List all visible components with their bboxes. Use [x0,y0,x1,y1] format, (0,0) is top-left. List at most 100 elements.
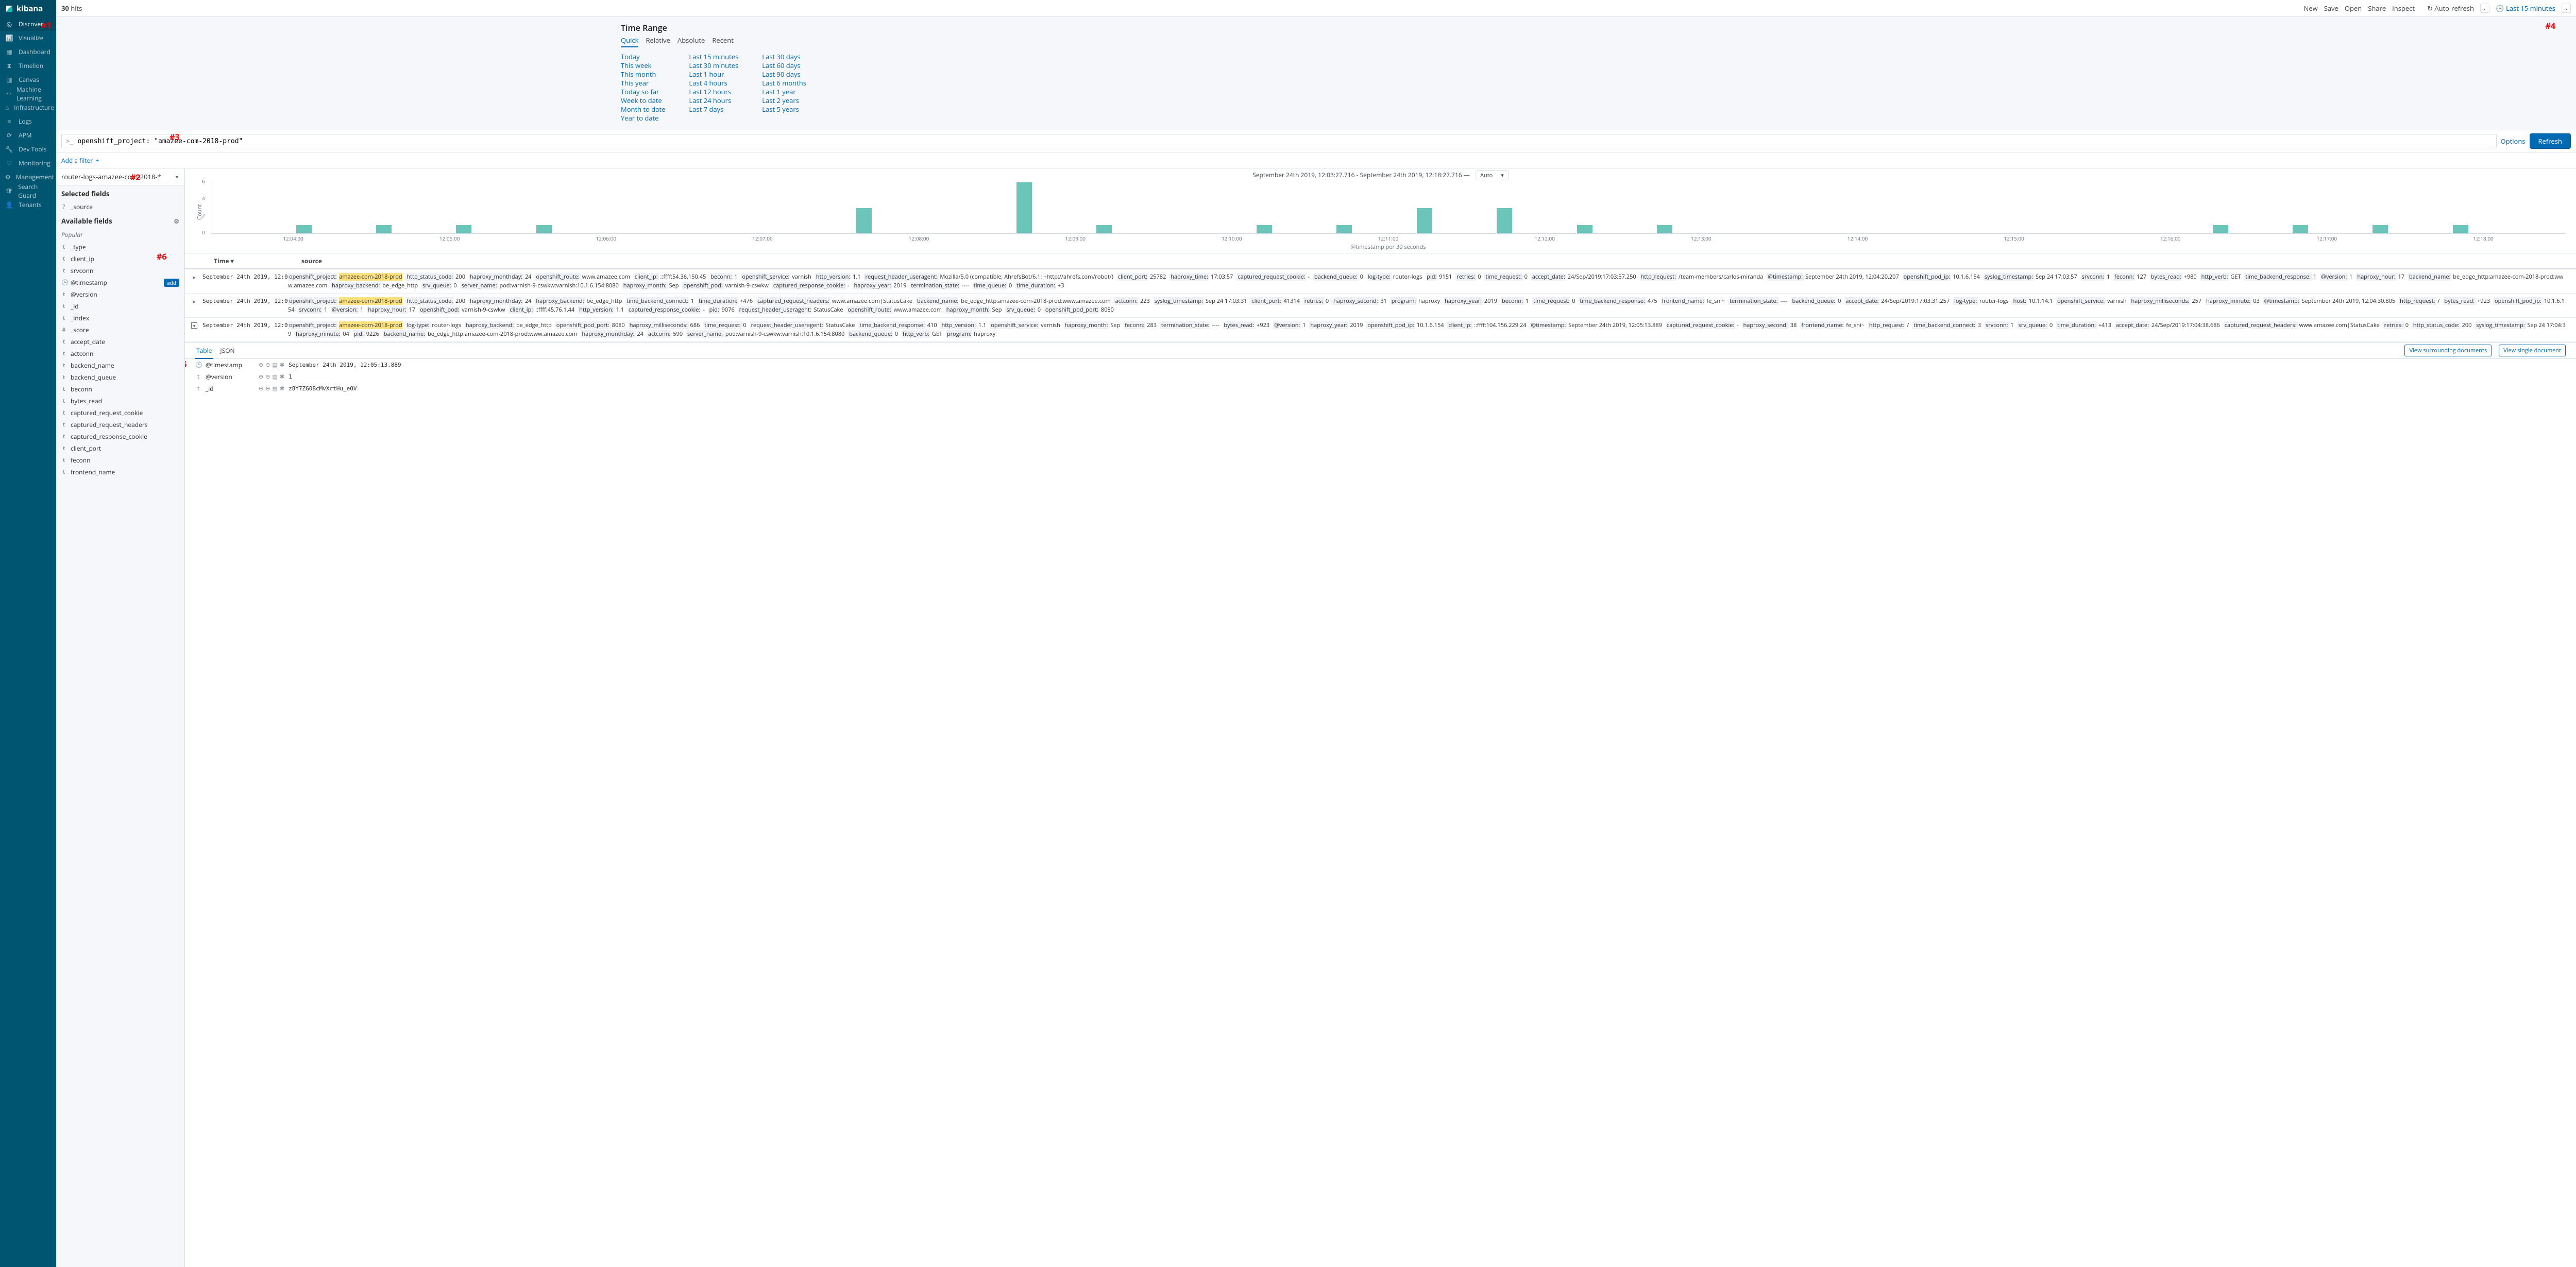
time-range-tab-recent[interactable]: Recent [712,36,733,47]
time-range-tab-absolute[interactable]: Absolute [677,36,705,47]
sidebar-item-discover[interactable]: ◎Discover [0,17,56,31]
field-version[interactable]: t@versionadd [56,288,184,300]
source-column-header[interactable]: _source [299,256,2566,265]
filter-for-icon[interactable]: ⊕ [259,385,263,392]
detail-tab-json[interactable]: JSON [219,343,235,358]
quick-range-last-1-year[interactable]: Last 1 year [762,88,806,96]
expand-doc-button[interactable]: ▸ [190,273,198,281]
quick-range-last-7-days[interactable]: Last 7 days [689,105,738,114]
prev-range-button[interactable]: ‹ [2480,4,2489,13]
filter-out-icon[interactable]: ⊖ [265,361,270,369]
quick-range-week-to-date[interactable]: Week to date [621,96,665,105]
expand-doc-button[interactable]: ▸ [190,298,198,305]
quick-range-month-to-date[interactable]: Month to date [621,105,665,114]
sidebar-item-dashboard[interactable]: ▦Dashboard [0,45,56,59]
field-beconn[interactable]: tbeconnadd [56,383,184,395]
field-add-button[interactable]: add [164,279,179,287]
quick-range-this-week[interactable]: This week [621,61,665,70]
histogram-bar[interactable] [1577,225,1592,233]
field-timestamp[interactable]: 🕒@timestampadd [56,277,184,288]
field-bytesread[interactable]: tbytes_readadd [56,395,184,407]
histogram-bar[interactable] [376,225,392,233]
index-pattern-select[interactable]: router-logs-amazee-com-2018-*▼ [56,168,184,185]
next-range-button[interactable]: › [2562,4,2571,13]
field-frontendname[interactable]: tfrontend_nameadd [56,466,184,478]
quick-range-year-to-date[interactable]: Year to date [621,114,665,123]
field-backendqueue[interactable]: tbackend_queueadd [56,371,184,383]
toggle-column-icon[interactable]: ▤ [272,373,277,381]
histogram-bar[interactable] [2453,225,2468,233]
filter-out-icon[interactable]: ⊖ [265,385,270,392]
quick-range-last-5-years[interactable]: Last 5 years [762,105,806,114]
quick-range-last-90-days[interactable]: Last 90 days [762,70,806,79]
histogram-bar[interactable] [1657,225,1672,233]
search-input[interactable] [77,138,2492,145]
field-index[interactable]: t_indexadd [56,312,184,324]
view-single-button[interactable]: View single document [2499,345,2566,356]
quick-range-last-4-hours[interactable]: Last 4 hours [689,79,738,88]
histogram-bar[interactable] [1497,208,1512,234]
field-backendname[interactable]: tbackend_nameadd [56,359,184,371]
histogram-bar[interactable] [536,225,552,233]
quick-range-last-15-minutes[interactable]: Last 15 minutes [689,53,738,61]
histogram-bar[interactable] [2213,225,2228,233]
histogram-bar[interactable] [1417,208,1432,234]
histogram-bar[interactable] [456,225,471,233]
quick-range-today-so-far[interactable]: Today so far [621,88,665,96]
histogram-bar[interactable] [1336,225,1352,233]
histogram-bar[interactable] [1257,225,1272,233]
filter-for-icon[interactable]: ⊕ [259,361,263,369]
exists-filter-icon[interactable]: ✱ [280,373,284,381]
field-feconn[interactable]: tfeconnadd [56,454,184,466]
open-button[interactable]: Open [2345,4,2362,13]
share-button[interactable]: Share [2368,4,2386,13]
field-capturedrequestcookie[interactable]: tcaptured_request_cookieadd [56,407,184,419]
field-score[interactable]: #_scoreadd [56,324,184,336]
quick-range-last-24-hours[interactable]: Last 24 hours [689,96,738,105]
toggle-column-icon[interactable]: ▤ [272,385,277,392]
sidebar-item-visualize[interactable]: 📊Visualize [0,31,56,45]
search-options-link[interactable]: Options [2501,136,2526,146]
field-actconn[interactable]: tactconnadd [56,348,184,359]
filter-out-icon[interactable]: ⊖ [265,373,270,381]
quick-range-today[interactable]: Today [621,53,665,61]
detail-tab-table[interactable]: Table [195,343,213,359]
field-clientip[interactable]: tclient_ipadd [56,253,184,265]
sidebar-item-search-guard[interactable]: 🛡Search Guard [0,184,56,198]
toggle-column-icon[interactable]: ▤ [272,361,277,369]
inspect-button[interactable]: Inspect [2392,4,2415,13]
field-source[interactable]: ?_sourceadd [56,201,184,213]
sidebar-item-tenants[interactable]: 👤Tenants [0,198,56,212]
quick-range-this-year[interactable]: This year [621,79,665,88]
auto-refresh-button[interactable]: ↻ Auto-refresh [2427,4,2474,13]
histogram-bar[interactable] [2372,225,2388,233]
exists-filter-icon[interactable]: ✱ [280,361,284,369]
time-range-dropdown[interactable]: 🕒 Last 15 minutes [2496,4,2555,13]
field-capturedrequestheaders[interactable]: tcaptured_request_headersadd [56,419,184,431]
field-type[interactable]: t_typeadd [56,241,184,253]
refresh-button[interactable]: Refresh [2530,133,2571,149]
field-capturedresponsecookie[interactable]: tcaptured_response_cookieadd [56,431,184,442]
sidebar-item-monitoring[interactable]: ♡Monitoring [0,156,56,170]
quick-range-last-12-hours[interactable]: Last 12 hours [689,88,738,96]
interval-select[interactable]: Auto▾ [1476,170,1509,180]
histogram-chart[interactable]: Count 0246 [211,182,2566,234]
field-srvconn[interactable]: tsrvconnadd [56,265,184,277]
quick-range-last-60-days[interactable]: Last 60 days [762,61,806,70]
quick-range-last-6-months[interactable]: Last 6 months [762,79,806,88]
time-range-tab-relative[interactable]: Relative [646,36,670,47]
expand-doc-button[interactable]: ▾ [190,322,198,330]
add-filter-link[interactable]: Add a filter + [61,156,99,165]
histogram-bar[interactable] [296,225,312,233]
histogram-bar[interactable] [856,208,872,234]
histogram-bar[interactable] [1016,182,1032,233]
sidebar-item-dev-tools[interactable]: 🔧Dev Tools [0,142,56,156]
sidebar-item-apm[interactable]: ⟳APM [0,128,56,142]
quick-range-last-30-days[interactable]: Last 30 days [762,53,806,61]
field-id[interactable]: t_idadd [56,300,184,312]
histogram-bar[interactable] [1096,225,1112,233]
filter-for-icon[interactable]: ⊕ [259,373,263,381]
new-button[interactable]: New [2304,4,2318,13]
field-clientport[interactable]: tclient_portadd [56,442,184,454]
exists-filter-icon[interactable]: ✱ [280,385,284,392]
